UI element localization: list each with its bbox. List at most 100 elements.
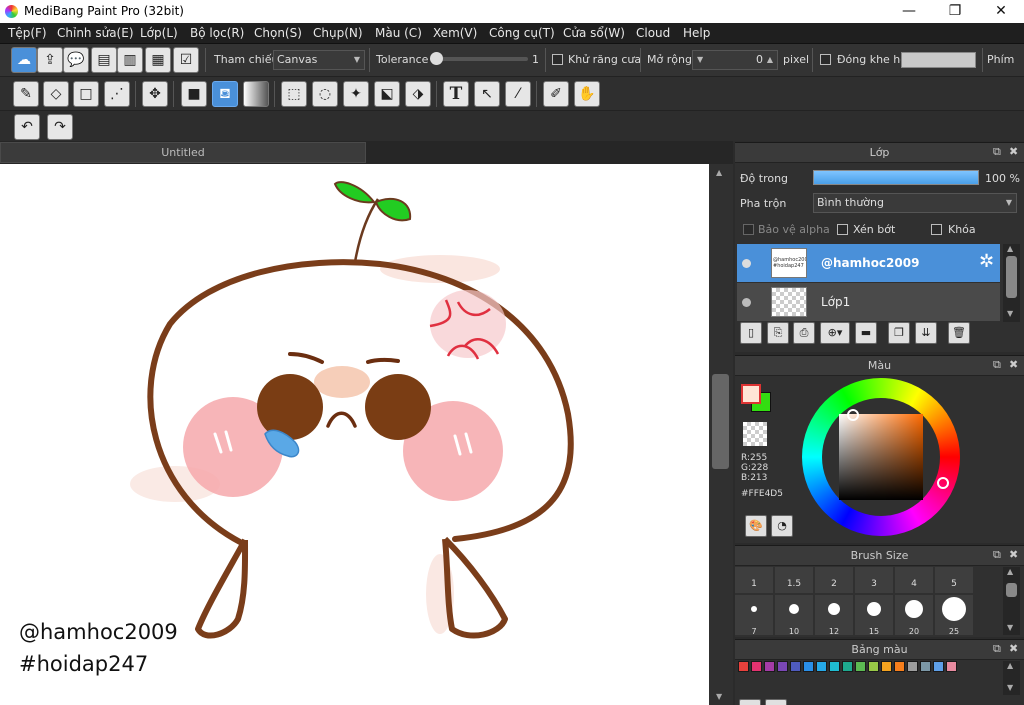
shape-tool-icon[interactable]: □	[73, 81, 99, 107]
document-tab[interactable]: Untitled	[0, 142, 366, 163]
menu-help[interactable]: Help	[683, 26, 710, 40]
layer-visibility-icon[interactable]	[742, 259, 751, 268]
panel-layout-icon[interactable]: ▦	[145, 47, 171, 73]
scroll-down-icon[interactable]: ▼	[1007, 623, 1013, 632]
opacity-slider[interactable]	[813, 170, 979, 185]
spin-up-icon[interactable]: ▲	[767, 51, 773, 69]
menu-color[interactable]: Màu (C)	[375, 26, 422, 40]
menu-cloud[interactable]: Cloud	[636, 26, 670, 40]
brush-size-cell[interactable]: 20	[895, 595, 933, 636]
brush-size-cell[interactable]: 1.5	[775, 567, 813, 593]
palette-swatch[interactable]	[751, 661, 762, 672]
hand-tool-icon[interactable]: ✋	[574, 81, 600, 107]
panel-close-icon[interactable]: ✖	[1009, 145, 1018, 158]
menu-select[interactable]: Chọn(S)	[254, 26, 302, 40]
palette-swatch[interactable]	[738, 661, 749, 672]
menu-file[interactable]: Tệp(F)	[8, 26, 47, 40]
tolerance-slider[interactable]	[430, 57, 528, 61]
antialias-checkbox[interactable]	[552, 54, 563, 65]
foreground-color-swatch[interactable]	[741, 384, 761, 404]
menu-layer[interactable]: Lớp(L)	[140, 26, 178, 40]
transparent-color-swatch[interactable]	[743, 422, 767, 446]
lock-checkbox[interactable]	[931, 224, 942, 235]
gear-icon[interactable]: ✲	[979, 251, 994, 272]
upload-icon[interactable]: ⇪	[37, 47, 63, 73]
lasso-tool-icon[interactable]: ◌	[312, 81, 338, 107]
scroll-up-icon[interactable]: ▲	[1007, 244, 1013, 253]
dot-tool-icon[interactable]: ⋰	[104, 81, 130, 107]
blend-mode-select[interactable]: Bình thường ▼	[813, 193, 1017, 213]
palette-swatch[interactable]	[855, 661, 866, 672]
brush-size-scrollbar[interactable]: ▲ ▼	[1003, 567, 1020, 635]
panel-close-icon[interactable]: ✖	[1009, 358, 1018, 371]
palette-swatch[interactable]	[842, 661, 853, 672]
magic-wand-tool-icon[interactable]: ✦	[343, 81, 369, 107]
brush-size-cell[interactable]: 10	[775, 595, 813, 636]
palette-swatch[interactable]	[894, 661, 905, 672]
palette-scrollbar[interactable]: ▲ ▼	[1003, 661, 1020, 695]
merge-layer-icon[interactable]: ⇊	[915, 322, 937, 344]
panel-popout-icon[interactable]: ⧉	[993, 642, 1001, 656]
scroll-down-icon[interactable]: ▼	[716, 692, 722, 701]
brush-tool-icon[interactable]: ✎	[13, 81, 39, 107]
add-layer-menu-icon[interactable]: ⊕▾	[820, 322, 850, 344]
scroll-up-icon[interactable]: ▲	[716, 168, 722, 177]
palette-swatch[interactable]	[868, 661, 879, 672]
eraser-tool-icon[interactable]: ◇	[43, 81, 69, 107]
brush-size-cell[interactable]: 2	[815, 567, 853, 593]
saturation-value-square[interactable]	[839, 414, 923, 500]
panel-close-icon[interactable]: ✖	[1009, 642, 1018, 655]
palette-swatch[interactable]	[790, 661, 801, 672]
canvas-vertical-scrollbar[interactable]: ▲ ▼	[709, 164, 733, 705]
new-layer-icon[interactable]: ▯	[740, 322, 762, 344]
palette-swatch[interactable]	[816, 661, 827, 672]
palette-icon[interactable]: 🎨	[745, 515, 767, 537]
text-tool-icon[interactable]: T	[443, 81, 469, 107]
trash-icon[interactable]: 🗑	[948, 322, 970, 344]
scroll-down-icon[interactable]: ▼	[1007, 309, 1013, 318]
close-gap-slider[interactable]	[901, 52, 976, 68]
close-window-button[interactable]: ✕	[978, 0, 1024, 23]
reference-select[interactable]: Canvas ▼	[273, 50, 365, 70]
maximize-button[interactable]: ❐	[932, 0, 978, 23]
panel-popout-icon[interactable]: ⧉	[993, 358, 1001, 372]
comment-icon[interactable]: ▤	[91, 47, 117, 73]
brush-size-cell[interactable]: 12	[815, 595, 853, 636]
minimize-button[interactable]: —	[886, 0, 932, 23]
new-1bit-layer-icon[interactable]: ⎙	[793, 322, 815, 344]
menu-edit[interactable]: Chỉnh sửa(E)	[57, 26, 134, 40]
pen-tool-icon[interactable]: ⁄	[505, 81, 531, 107]
brush-size-cell[interactable]: 5	[935, 567, 973, 593]
palette-swatch[interactable]	[829, 661, 840, 672]
shortcut-label[interactable]: Phím	[987, 53, 1014, 66]
palette-settings-icon[interactable]	[765, 699, 787, 705]
eyedropper-tool-icon[interactable]: ✐	[543, 81, 569, 107]
brush-size-cell[interactable]: 7	[735, 595, 773, 636]
layer-list-scrollbar[interactable]: ▲ ▼	[1003, 244, 1020, 322]
select-eraser-tool-icon[interactable]: ⬗	[405, 81, 431, 107]
palette-swatch[interactable]	[907, 661, 918, 672]
duplicate-layer-icon[interactable]: ❐	[888, 322, 910, 344]
menu-tools[interactable]: Công cụ(T)	[489, 26, 555, 40]
brush-size-cell[interactable]: 1	[735, 567, 773, 593]
hue-handle[interactable]	[937, 477, 949, 489]
undo-icon[interactable]: ↶	[14, 114, 40, 140]
palette-swatch[interactable]	[803, 661, 814, 672]
layer-visibility-icon[interactable]	[742, 298, 751, 307]
drawing-canvas[interactable]: @hamhoc2009 #hoidap247	[0, 164, 709, 705]
menu-view[interactable]: Xem(V)	[433, 26, 477, 40]
color-settings-icon[interactable]: ◔	[771, 515, 793, 537]
brush-size-cell[interactable]: 15	[855, 595, 893, 636]
spin-down-icon[interactable]: ▼	[697, 51, 703, 69]
folder-icon[interactable]: ▬	[855, 322, 877, 344]
brush-size-cell[interactable]: 25	[935, 595, 973, 636]
palette-swatch[interactable]	[777, 661, 788, 672]
palette-swatch[interactable]	[881, 661, 892, 672]
protect-alpha-checkbox[interactable]	[743, 224, 754, 235]
speech-bubble-icon[interactable]: 💬	[63, 47, 89, 73]
close-gap-checkbox[interactable]	[820, 54, 831, 65]
select-rect-tool-icon[interactable]: ⬚	[281, 81, 307, 107]
layer-scroll-thumb[interactable]	[1006, 256, 1017, 298]
new-8bit-layer-icon[interactable]: ⎘	[767, 322, 789, 344]
expand-spinbox[interactable]: ▼ 0 ▲	[692, 50, 778, 70]
